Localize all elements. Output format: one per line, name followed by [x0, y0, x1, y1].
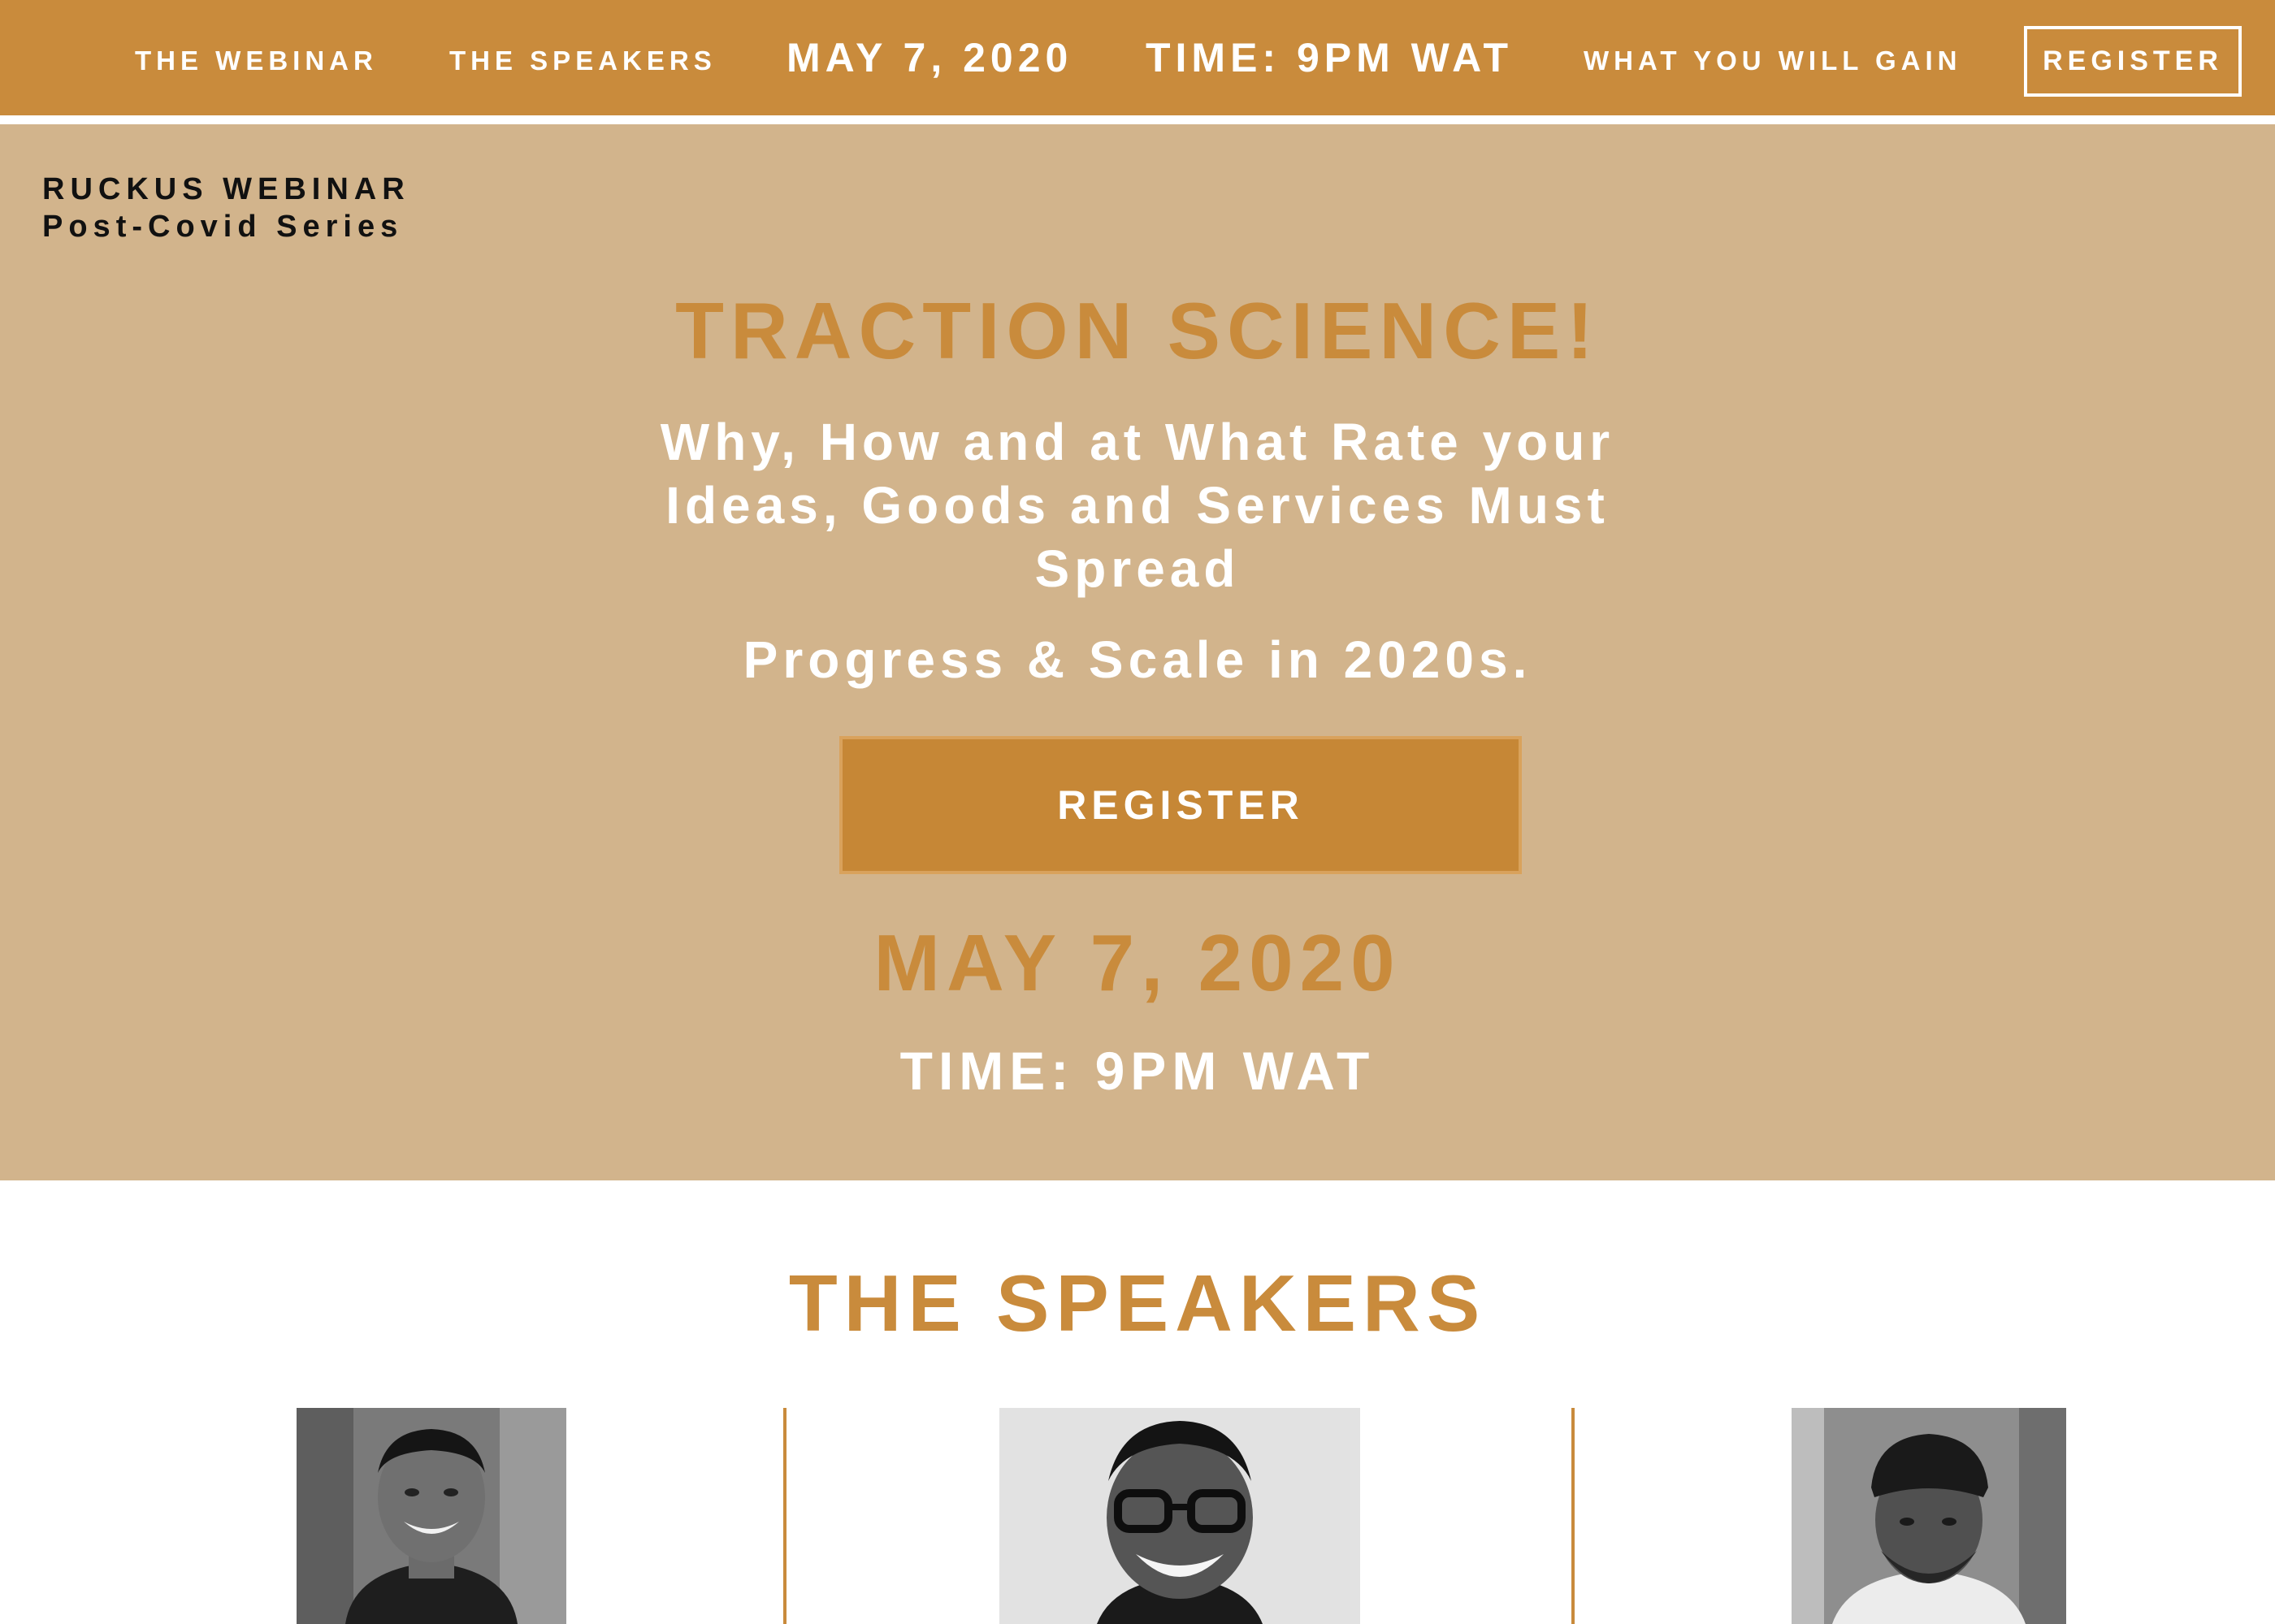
- nav-event-time: TIME: 9PM WAT: [1146, 35, 1514, 80]
- nav-link-the-webinar[interactable]: THE WEBINAR: [135, 47, 378, 74]
- hero-event-date: MAY 7, 2020: [873, 918, 1402, 1007]
- hero-section: RUCKUS WEBINAR Post-Covid Series TRACTIO…: [0, 124, 2275, 1180]
- nav-event-date: MAY 7, 2020: [786, 35, 1073, 80]
- speaker-photo-1: [297, 1408, 566, 1624]
- nav-link-what-you-will-gain[interactable]: WHAT YOU WILL GAIN: [1584, 47, 1961, 74]
- hero-title: TRACTION SCIENCE!: [675, 286, 1600, 375]
- nav-link-the-speakers[interactable]: THE SPEAKERS: [449, 47, 717, 74]
- hero-subtitle-line: Why, How and at What Rate your: [660, 413, 1615, 471]
- speaker-divider: [783, 1408, 786, 1624]
- nav-register-button[interactable]: REGISTER: [2024, 26, 2242, 97]
- speaker-photo-2: [999, 1408, 1360, 1624]
- hero-subtitle: Why, How and at What Rate your Ideas, Go…: [0, 410, 2275, 600]
- nav-separator: [0, 115, 2275, 124]
- hero-event-time: TIME: 9PM WAT: [899, 1041, 1376, 1101]
- top-navbar: THE WEBINAR THE SPEAKERS MAY 7, 2020 TIM…: [0, 0, 2275, 115]
- hero-subtitle-line: Spread: [1034, 539, 1241, 598]
- brand-name: RUCKUS WEBINAR: [42, 172, 410, 206]
- speaker-photo-3: [1792, 1408, 2066, 1624]
- speakers-heading: THE SPEAKERS: [788, 1258, 1487, 1348]
- brand-series: Post-Covid Series: [42, 210, 404, 244]
- speaker-divider: [1571, 1408, 1575, 1624]
- hero-register-button[interactable]: REGISTER: [839, 736, 1522, 874]
- hero-tagline: Progress & Scale in 2020s.: [743, 630, 1532, 689]
- brand-block: RUCKUS WEBINAR Post-Covid Series: [42, 171, 410, 245]
- hero-subtitle-line: Ideas, Goods and Services Must: [665, 476, 1610, 535]
